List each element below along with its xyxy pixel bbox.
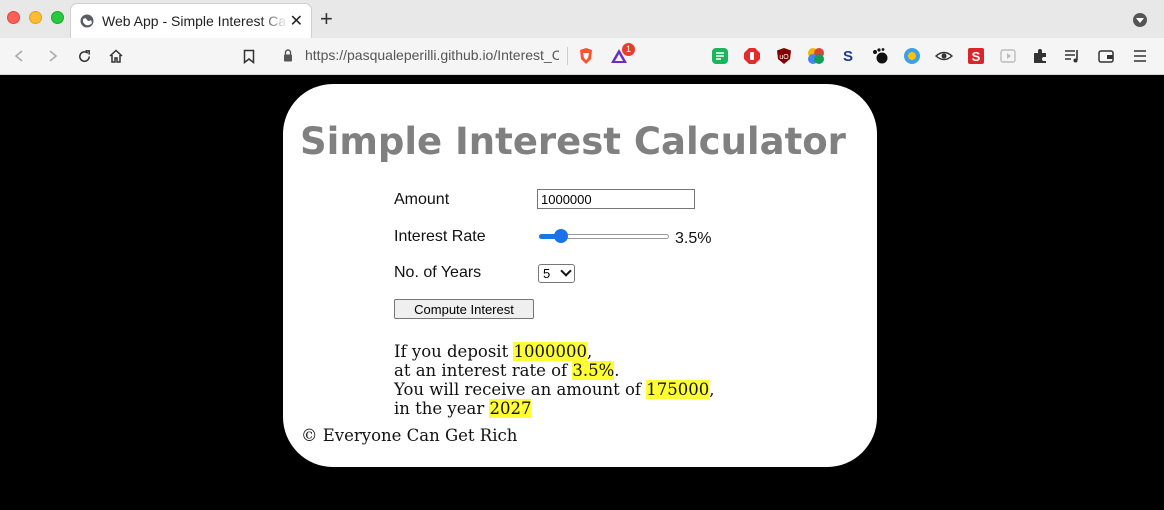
stop-hand-extension-icon[interactable] bbox=[743, 47, 761, 65]
svg-text:S: S bbox=[972, 49, 981, 64]
years-label: No. of Years bbox=[394, 264, 482, 281]
compute-interest-button[interactable]: Compute Interest bbox=[394, 299, 534, 319]
year-highlight: 2027 bbox=[489, 399, 532, 418]
maximize-window-button[interactable] bbox=[51, 11, 64, 24]
forward-icon[interactable] bbox=[41, 45, 63, 67]
eye-icon[interactable] bbox=[935, 47, 953, 65]
reader-view-icon[interactable] bbox=[999, 47, 1017, 65]
browser-tab[interactable]: Web App - Simple Interest Calculator ✕ bbox=[71, 4, 311, 38]
years-select[interactable]: 5 bbox=[538, 264, 575, 283]
tab-title: Web App - Simple Interest Calculator bbox=[102, 13, 288, 29]
close-window-button[interactable] bbox=[7, 11, 20, 24]
slider-thumb[interactable] bbox=[554, 229, 569, 243]
zoom-meetings-icon[interactable] bbox=[903, 47, 921, 65]
notes-extension-icon[interactable] bbox=[711, 47, 729, 65]
brave-shields-icon[interactable] bbox=[577, 47, 595, 65]
interest-rate-label: Interest Rate bbox=[394, 228, 486, 245]
list-all-tabs-icon[interactable] bbox=[1133, 13, 1147, 27]
years-selected-value: 5 bbox=[543, 266, 551, 281]
media-playlist-icon[interactable] bbox=[1063, 47, 1081, 65]
reload-icon[interactable] bbox=[73, 45, 95, 67]
interest-rate-slider[interactable] bbox=[539, 229, 669, 243]
amount-input[interactable] bbox=[537, 189, 695, 209]
minimize-window-button[interactable] bbox=[29, 11, 42, 24]
new-tab-button[interactable]: + bbox=[320, 8, 333, 30]
footer-copyright: © Everyone Can Get Rich bbox=[301, 426, 518, 445]
result-line-deposit: If you deposit 1000000, bbox=[394, 342, 593, 361]
s-extension-icon[interactable]: S bbox=[839, 47, 857, 65]
browser-titlebar: Web App - Simple Interest Calculator ✕ + bbox=[0, 0, 1164, 38]
wallet-icon[interactable] bbox=[1097, 47, 1115, 65]
result-line-rate: at an interest rate of 3.5%. bbox=[394, 361, 620, 380]
svg-text:uO: uO bbox=[779, 54, 789, 61]
hamburger-menu-icon[interactable] bbox=[1131, 47, 1149, 65]
rate-highlight: 3.5% bbox=[572, 361, 615, 380]
svg-text:S: S bbox=[843, 48, 853, 65]
colorful-extension-icon[interactable] bbox=[807, 47, 825, 65]
interest-highlight: 175000 bbox=[646, 380, 710, 399]
home-icon[interactable] bbox=[105, 45, 127, 67]
deposit-highlight: 1000000 bbox=[513, 342, 587, 361]
calculator-card: Simple Interest Calculator Amount Intere… bbox=[283, 84, 877, 467]
rewards-badge: 1 bbox=[622, 43, 635, 56]
bookmark-icon[interactable] bbox=[238, 45, 260, 67]
close-tab-icon[interactable]: ✕ bbox=[290, 11, 303, 31]
result-line-interest: You will receive an amount of 175000, bbox=[394, 380, 715, 399]
url-bar[interactable]: https://pasqualeperilli.github.io/Intere… bbox=[305, 47, 559, 63]
lock-icon[interactable] bbox=[283, 49, 293, 62]
interest-rate-value: 3.5% bbox=[675, 230, 712, 247]
ublock-origin-icon[interactable]: uO bbox=[775, 47, 793, 65]
chevron-down-icon bbox=[560, 265, 572, 277]
page-title: Simple Interest Calculator bbox=[300, 120, 846, 163]
extensions-puzzle-icon[interactable] bbox=[1031, 47, 1049, 65]
back-icon[interactable] bbox=[9, 45, 31, 67]
result-line-year: in the year 2027 bbox=[394, 399, 532, 418]
amount-label: Amount bbox=[394, 191, 450, 208]
browser-navbar: https://pasqualeperilli.github.io/Intere… bbox=[0, 38, 1164, 75]
url-divider bbox=[567, 47, 568, 65]
result-text: If you deposit 1000000, at an interest r… bbox=[394, 342, 715, 418]
red-s-extension-icon[interactable]: S bbox=[967, 47, 985, 65]
gnome-extension-icon[interactable] bbox=[871, 47, 889, 65]
globe-icon bbox=[80, 14, 94, 28]
